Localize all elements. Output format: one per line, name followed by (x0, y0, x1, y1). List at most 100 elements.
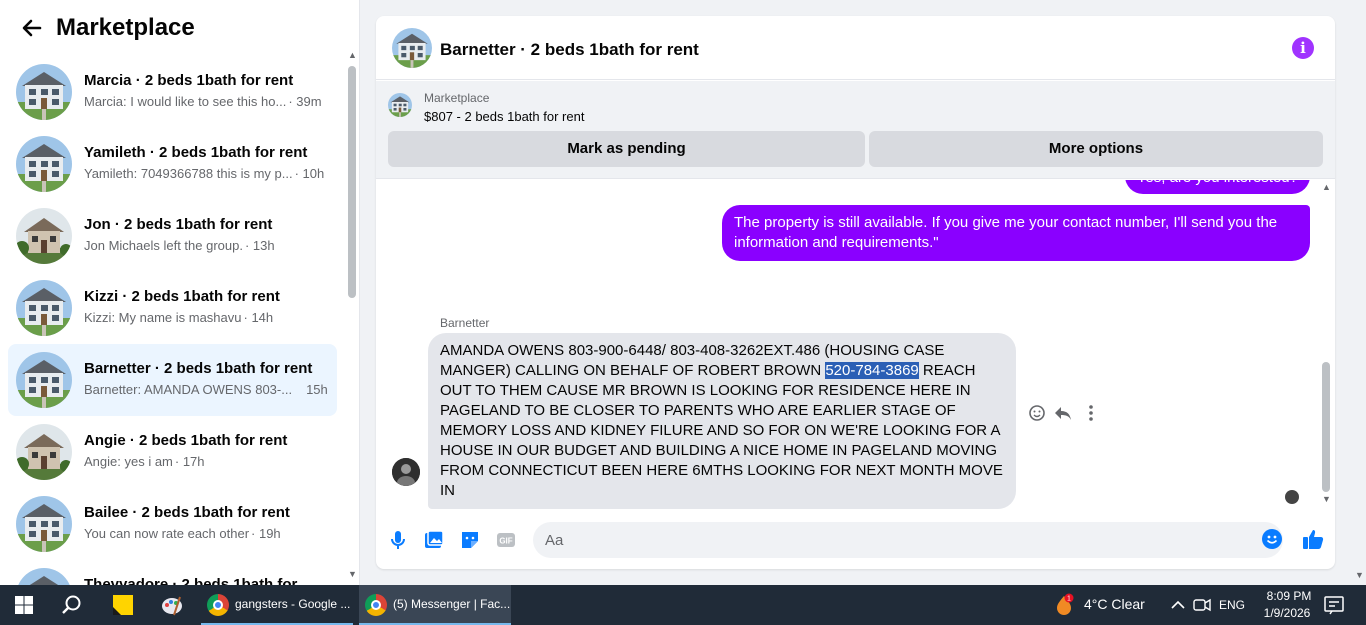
scroll-down-arrow-icon[interactable]: ▼ (348, 569, 357, 579)
sender-name: Barnetter (440, 316, 490, 330)
listing-thumbnail (16, 136, 72, 192)
mark-as-pending-button[interactable]: Mark as pending (388, 131, 865, 167)
weather-badge: 1 (1067, 596, 1071, 603)
outgoing-message[interactable]: The property is still available. If you … (722, 205, 1310, 261)
conversation-preview: You can now rate each other · 19h (84, 526, 281, 541)
listing-bar: Marketplace $807 - 2 beds 1bath for rent… (376, 81, 1335, 179)
conversation-preview: Barnetter: AMANDA OWENS 803-... 15h (84, 382, 328, 397)
sticker-icon[interactable] (458, 528, 482, 552)
incoming-message[interactable]: AMANDA OWENS 803-900-6448/ 803-408-3262E… (428, 333, 1016, 509)
scrollbar-thumb[interactable] (348, 66, 356, 298)
conversation-name: Marcia · 2 beds 1bath for rent (84, 72, 294, 89)
chevron-up-icon[interactable] (1166, 593, 1190, 617)
chrome-icon (207, 594, 229, 616)
listing-thumbnail (16, 64, 72, 120)
react-emoji-icon[interactable] (1026, 402, 1048, 424)
listing-thumbnail (16, 208, 72, 264)
listing-thumbnail (16, 280, 72, 336)
listing-thumbnail (16, 568, 72, 585)
back-arrow-icon[interactable] (20, 16, 44, 40)
preview-text: Barnetter: AMANDA OWENS 803-... (84, 382, 293, 397)
preview-text: Jon Michaels left the group. (84, 238, 243, 253)
chat-panel: Barnetter · 2 beds 1bath for rent i Mark… (376, 16, 1335, 569)
listing-thumbnail (16, 496, 72, 552)
scroll-down-arrow-icon[interactable]: ▼ (1322, 494, 1331, 504)
listing-price[interactable]: $807 - 2 beds 1bath for rent (424, 109, 584, 124)
chrome-icon (365, 594, 387, 616)
microphone-icon[interactable] (386, 528, 410, 552)
thumbs-up-icon[interactable] (1301, 527, 1325, 551)
chat-scrollbar[interactable]: ▲ ▼ (1319, 180, 1333, 510)
clock-date[interactable]: 1/9/2026 (1256, 606, 1318, 620)
windows-start-icon[interactable] (12, 593, 36, 617)
listing-avatar[interactable] (392, 28, 432, 68)
listing-thumbnail[interactable] (388, 93, 412, 117)
preview-time: · 19h (251, 526, 281, 541)
preview-text: Marcia: I would like to see this ho... (84, 94, 287, 109)
preview-time: · 13h (244, 238, 275, 253)
emoji-icon[interactable] (1262, 529, 1282, 549)
meet-now-icon[interactable] (1190, 593, 1214, 617)
conversation-item[interactable]: Bailee · 2 beds 1bath for rent You can no… (8, 488, 337, 560)
scroll-up-arrow-icon[interactable]: ▲ (1322, 182, 1331, 192)
conversation-preview: Kizzi: My name is mashavu · 14h (84, 310, 273, 325)
scroll-up-arrow-icon[interactable]: ▲ (348, 50, 357, 60)
taskbar-app-chrome-messenger[interactable]: (5) Messenger | Fac... (359, 585, 511, 625)
chat-title[interactable]: Barnetter · 2 beds 1bath for rent (440, 40, 699, 60)
conversation-item[interactable]: Yamileth · 2 beds 1bath for rent Yamileth… (8, 128, 337, 200)
preview-time: · 17h (174, 454, 205, 469)
language-indicator[interactable]: ENG (1219, 598, 1245, 612)
weather-text[interactable]: 4°C Clear (1084, 596, 1145, 612)
scroll-down-arrow-icon[interactable]: ▼ (1355, 570, 1364, 580)
taskbar-app-label: gangsters - Google ... (235, 597, 351, 611)
preview-time: 15h (306, 382, 328, 397)
preview-text: Yamileth: 7049366788 this is my p... (84, 166, 293, 181)
scrollbar-thumb[interactable] (1322, 362, 1330, 492)
clock-time[interactable]: 8:09 PM (1260, 589, 1318, 603)
photo-icon[interactable] (422, 528, 446, 552)
conversation-preview: Marcia: I would like to see this ho... · … (84, 94, 322, 109)
listing-source: Marketplace (424, 91, 490, 105)
conversation-name: Jon · 2 beds 1bath for rent (84, 216, 273, 233)
paint-icon[interactable] (160, 593, 184, 617)
more-options-button[interactable]: More options (869, 131, 1323, 167)
conversation-item[interactable]: Jon · 2 beds 1bath for rent Jon Michaels … (8, 200, 337, 272)
read-receipt-avatar (1285, 490, 1299, 504)
conversation-item[interactable]: Angie · 2 beds 1bath for rent Angie: yes … (8, 416, 337, 488)
conversation-name: Theyyadore · 2 beds 1bath for... (84, 576, 310, 585)
conversation-preview: Yamileth: 7049366788 this is my p... · 10… (84, 166, 324, 181)
taskbar-app-chrome-gangsters[interactable]: gangsters - Google ... (201, 585, 353, 625)
listing-thumbnail (16, 352, 72, 408)
conversation-sidebar: Marketplace Marcia · 2 beds 1bath for re… (0, 0, 360, 585)
windows-taskbar: gangsters - Google ... (5) Messenger | F… (0, 585, 1366, 625)
sticky-notes-icon[interactable] (111, 593, 135, 617)
reply-icon[interactable] (1052, 402, 1074, 424)
search-icon[interactable] (60, 593, 84, 617)
weather-icon[interactable]: 1 (1052, 593, 1076, 617)
preview-time: · 14h (243, 310, 274, 325)
preview-text: Kizzi: My name is mashavu (84, 310, 242, 325)
sidebar-header: Marketplace (0, 0, 359, 56)
conversation-item[interactable]: Theyyadore · 2 beds 1bath for... (8, 560, 337, 585)
sidebar-title: Marketplace (56, 14, 195, 41)
conversation-item[interactable]: Kizzi · 2 beds 1bath for rent Kizzi: My n… (8, 272, 337, 344)
conversation-item[interactable]: Marcia · 2 beds 1bath for rent Marcia: I … (8, 56, 337, 128)
conversation-name: Yamileth · 2 beds 1bath for rent (84, 144, 308, 161)
more-actions-icon[interactable] (1080, 402, 1102, 424)
message-thread: Yes, are you interested? The property is… (376, 180, 1335, 510)
selected-phone-number[interactable]: 520-784-3869 (825, 362, 919, 379)
notifications-icon[interactable] (1322, 593, 1346, 617)
conversation-name: Barnetter · 2 beds 1bath for rent (84, 360, 313, 377)
conversation-item[interactable]: Barnetter · 2 beds 1bath for rent Barnett… (8, 344, 337, 416)
preview-time: · 10h (294, 166, 325, 181)
sender-avatar[interactable] (392, 458, 420, 486)
page-scrollbar[interactable]: ▼ (1352, 0, 1366, 585)
sidebar-scrollbar[interactable]: ▲ ▼ (345, 48, 359, 585)
conversation-name: Angie · 2 beds 1bath for rent (84, 432, 288, 449)
conversation-preview: Angie: yes i am · 17h (84, 454, 205, 469)
conversation-name: Kizzi · 2 beds 1bath for rent (84, 288, 280, 305)
outgoing-message[interactable]: Yes, are you interested? (1124, 180, 1310, 194)
info-icon[interactable]: i (1292, 37, 1314, 59)
gif-icon[interactable]: GIF (494, 528, 518, 552)
message-input[interactable] (533, 522, 1283, 558)
